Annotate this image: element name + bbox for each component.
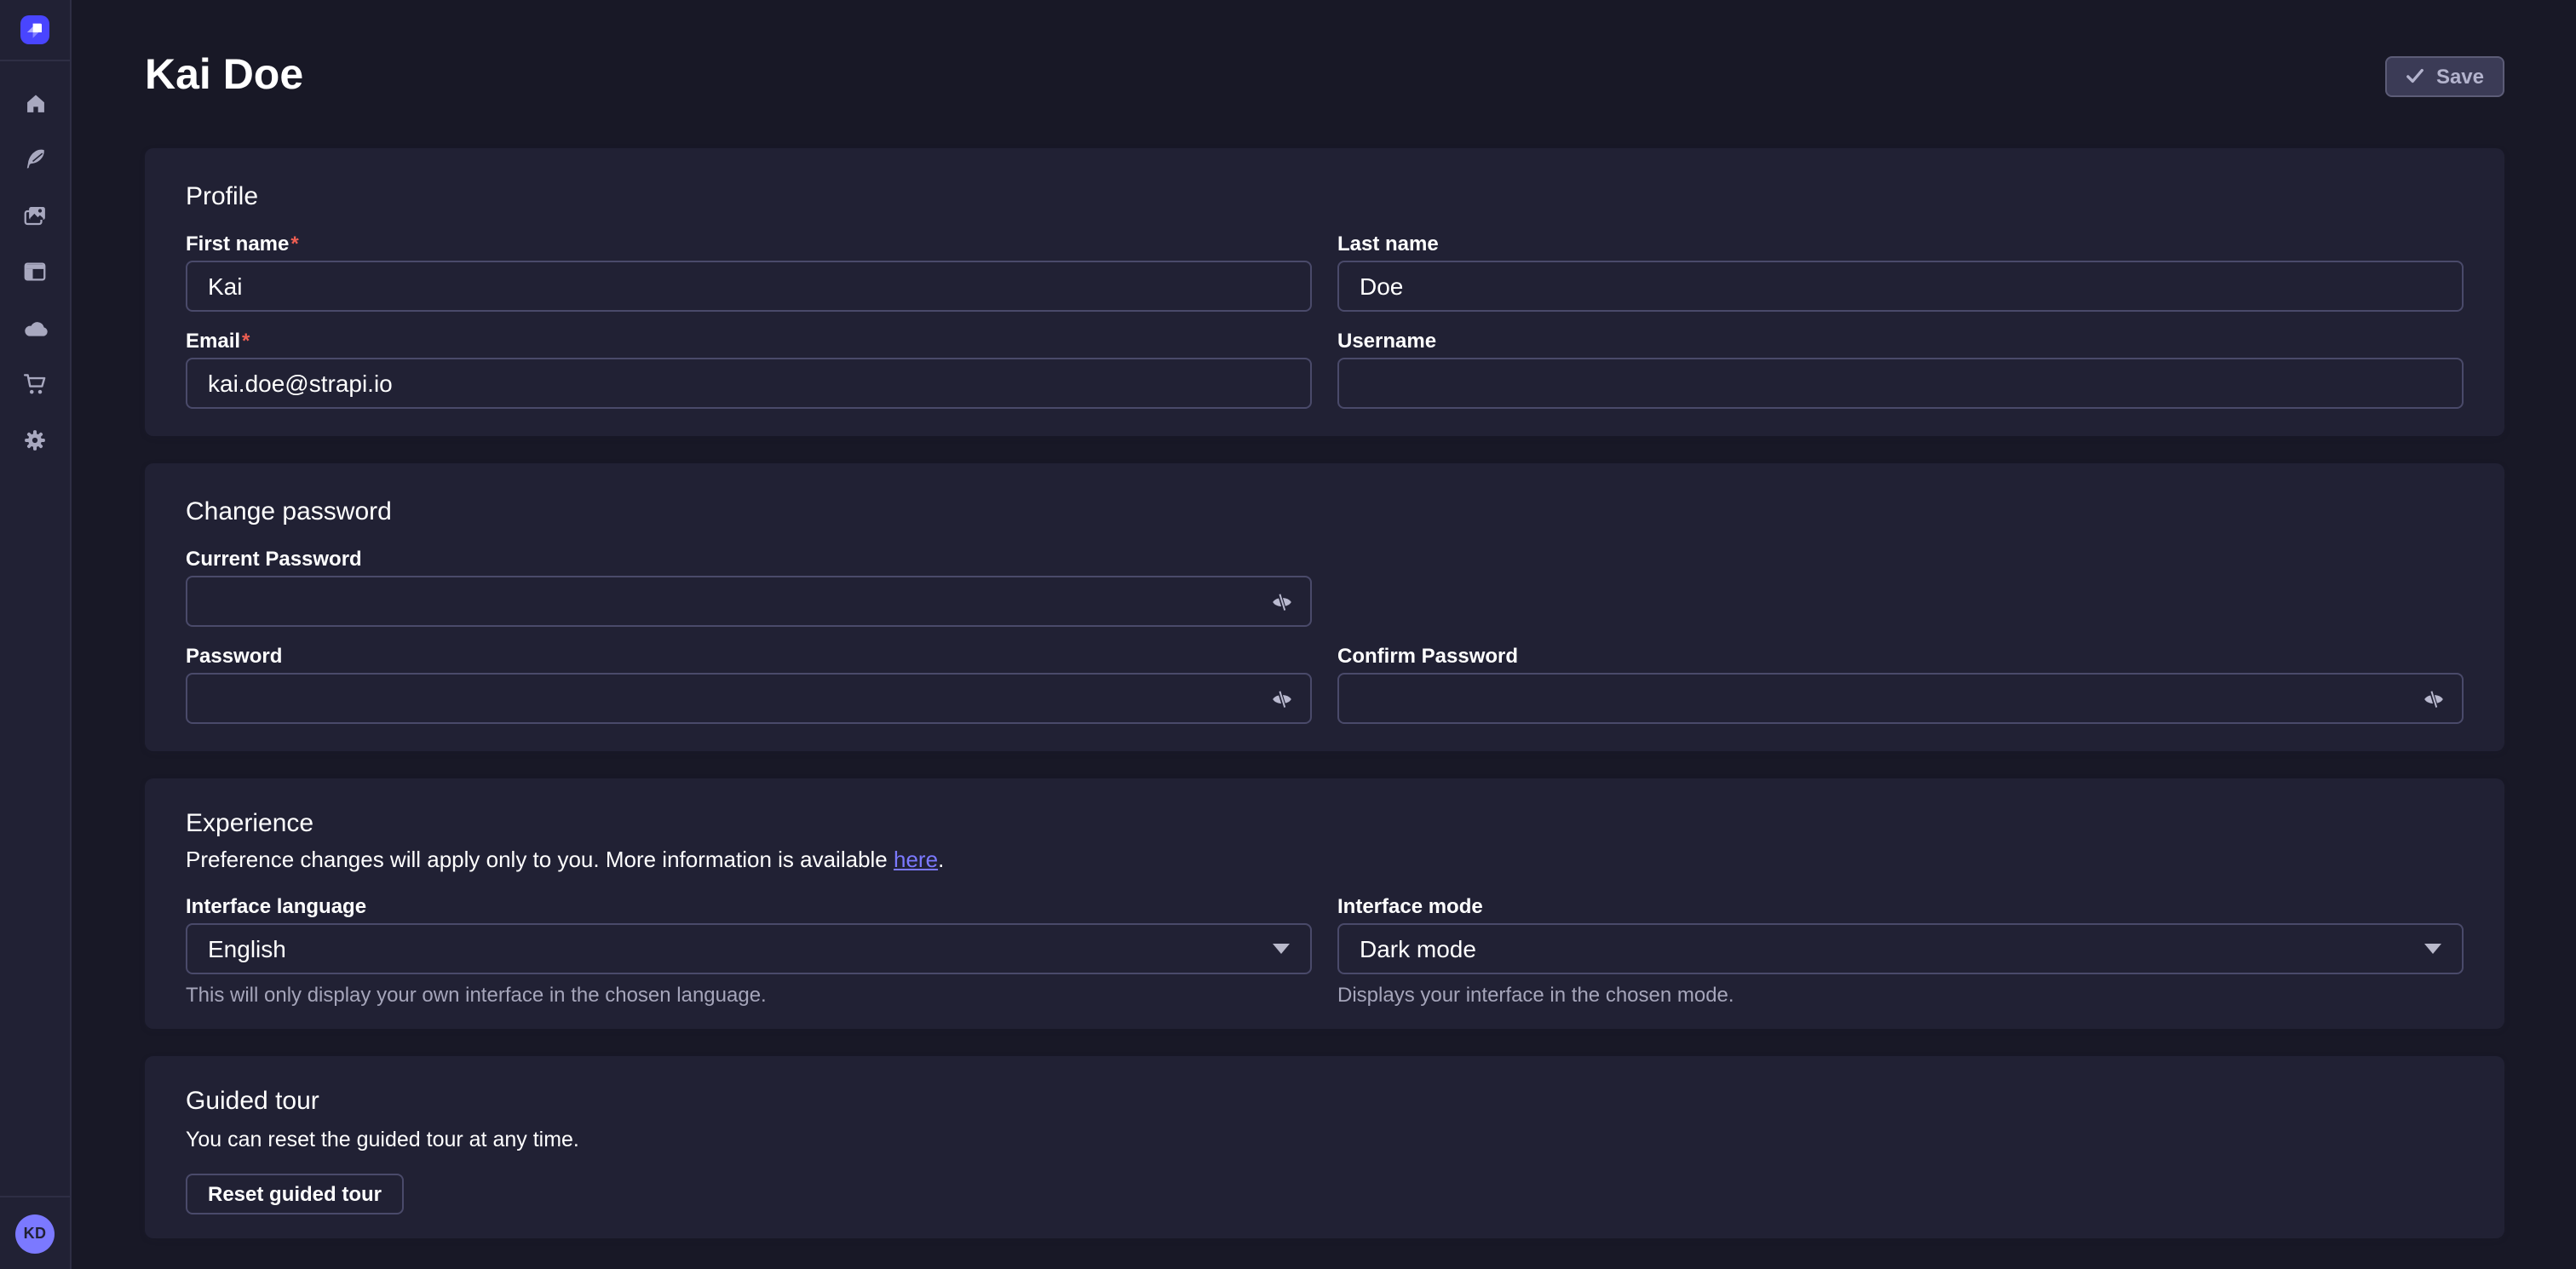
interface-language-value: English bbox=[208, 935, 286, 962]
save-button[interactable]: Save bbox=[2385, 55, 2504, 96]
current-password-label: Current Password bbox=[186, 547, 1312, 571]
new-password-field-group: Password bbox=[186, 644, 1312, 724]
page-title: Kai Doe bbox=[145, 51, 303, 100]
profile-card-title: Profile bbox=[186, 182, 2464, 211]
confirm-password-input[interactable] bbox=[1337, 673, 2464, 724]
logo-container bbox=[0, 0, 70, 61]
cart-icon bbox=[22, 371, 48, 397]
experience-card-title: Experience bbox=[186, 809, 2464, 838]
gear-icon bbox=[22, 428, 48, 453]
guided-tour-description: You can reset the guided tour at any tim… bbox=[186, 1126, 2464, 1153]
toggle-current-password-visibility-button[interactable] bbox=[1268, 588, 1295, 615]
interface-mode-field-group: Interface mode Dark mode Displays your i… bbox=[1337, 894, 2464, 1008]
app-root: KD Kai Doe Save Profile First name* bbox=[0, 0, 2576, 1269]
required-asterisk: * bbox=[290, 232, 298, 256]
sidebar-item-deploy[interactable] bbox=[0, 300, 70, 356]
change-password-card-title: Change password bbox=[186, 497, 2464, 526]
sidebar-item-marketplace[interactable] bbox=[0, 356, 70, 412]
toggle-new-password-visibility-button[interactable] bbox=[1268, 685, 1295, 712]
home-icon bbox=[23, 91, 47, 115]
user-avatar[interactable]: KD bbox=[15, 1214, 55, 1253]
interface-language-label: Interface language bbox=[186, 894, 1312, 918]
experience-card: Experience Preference changes will apply… bbox=[145, 778, 2504, 1029]
username-field-group: Username bbox=[1337, 329, 2464, 409]
save-button-label: Save bbox=[2436, 64, 2484, 88]
interface-mode-value: Dark mode bbox=[1360, 935, 1476, 962]
first-name-label: First name* bbox=[186, 232, 1312, 256]
empty-grid-cell bbox=[1337, 547, 2464, 627]
media-library-icon bbox=[22, 203, 48, 228]
sidebar: KD bbox=[0, 0, 72, 1269]
last-name-input[interactable] bbox=[1337, 261, 2464, 312]
eye-slash-icon bbox=[1270, 687, 1292, 709]
sidebar-item-content-manager[interactable] bbox=[0, 131, 70, 187]
sidebar-nav bbox=[0, 61, 70, 468]
current-password-field-group: Current Password bbox=[186, 547, 1312, 627]
new-password-label: Password bbox=[186, 644, 1312, 668]
required-asterisk: * bbox=[242, 329, 250, 353]
chevron-down-icon bbox=[2424, 944, 2441, 954]
page-header: Kai Doe Save bbox=[145, 51, 2504, 100]
chevron-down-icon bbox=[1273, 944, 1290, 954]
guided-tour-card-title: Guided tour bbox=[186, 1087, 2464, 1116]
guided-tour-card: Guided tour You can reset the guided tou… bbox=[145, 1056, 2504, 1238]
more-information-link[interactable]: here bbox=[894, 847, 938, 872]
feather-icon bbox=[22, 146, 48, 172]
first-name-field-group: First name* bbox=[186, 232, 1312, 312]
current-password-input[interactable] bbox=[186, 576, 1312, 627]
sidebar-footer: KD bbox=[0, 1196, 70, 1269]
interface-mode-select[interactable]: Dark mode bbox=[1337, 923, 2464, 974]
experience-description: Preference changes will apply only to yo… bbox=[186, 845, 2464, 874]
change-password-card: Change password Current Password bbox=[145, 463, 2504, 751]
sidebar-item-home[interactable] bbox=[0, 75, 70, 131]
last-name-label: Last name bbox=[1337, 232, 2464, 256]
email-label: Email* bbox=[186, 329, 1312, 353]
new-password-input[interactable] bbox=[186, 673, 1312, 724]
email-input[interactable] bbox=[186, 358, 1312, 409]
eye-slash-icon bbox=[2422, 687, 2444, 709]
toggle-confirm-password-visibility-button[interactable] bbox=[2419, 685, 2447, 712]
username-label: Username bbox=[1337, 329, 2464, 353]
email-field-group: Email* bbox=[186, 329, 1312, 409]
eye-slash-icon bbox=[1270, 590, 1292, 612]
avatar-initials: KD bbox=[24, 1225, 47, 1242]
confirm-password-label: Confirm Password bbox=[1337, 644, 2464, 668]
layout-icon bbox=[22, 259, 48, 284]
sidebar-item-media-library[interactable] bbox=[0, 187, 70, 244]
sidebar-item-content-type-builder[interactable] bbox=[0, 244, 70, 300]
main-content: Kai Doe Save Profile First name* Last bbox=[72, 0, 2576, 1238]
profile-card: Profile First name* Last name Email* bbox=[145, 148, 2504, 436]
last-name-field-group: Last name bbox=[1337, 232, 2464, 312]
check-icon bbox=[2406, 66, 2424, 85]
interface-language-hint: This will only display your own interfac… bbox=[186, 983, 1312, 1008]
interface-language-field-group: Interface language English This will onl… bbox=[186, 894, 1312, 1008]
interface-mode-hint: Displays your interface in the chosen mo… bbox=[1337, 983, 2464, 1008]
username-input[interactable] bbox=[1337, 358, 2464, 409]
interface-language-select[interactable]: English bbox=[186, 923, 1312, 974]
sidebar-item-settings[interactable] bbox=[0, 412, 70, 468]
first-name-input[interactable] bbox=[186, 261, 1312, 312]
cloud-icon bbox=[21, 314, 49, 342]
reset-guided-tour-button[interactable]: Reset guided tour bbox=[186, 1174, 404, 1214]
interface-mode-label: Interface mode bbox=[1337, 894, 2464, 918]
confirm-password-field-group: Confirm Password bbox=[1337, 644, 2464, 724]
strapi-logo-icon[interactable] bbox=[20, 15, 49, 44]
